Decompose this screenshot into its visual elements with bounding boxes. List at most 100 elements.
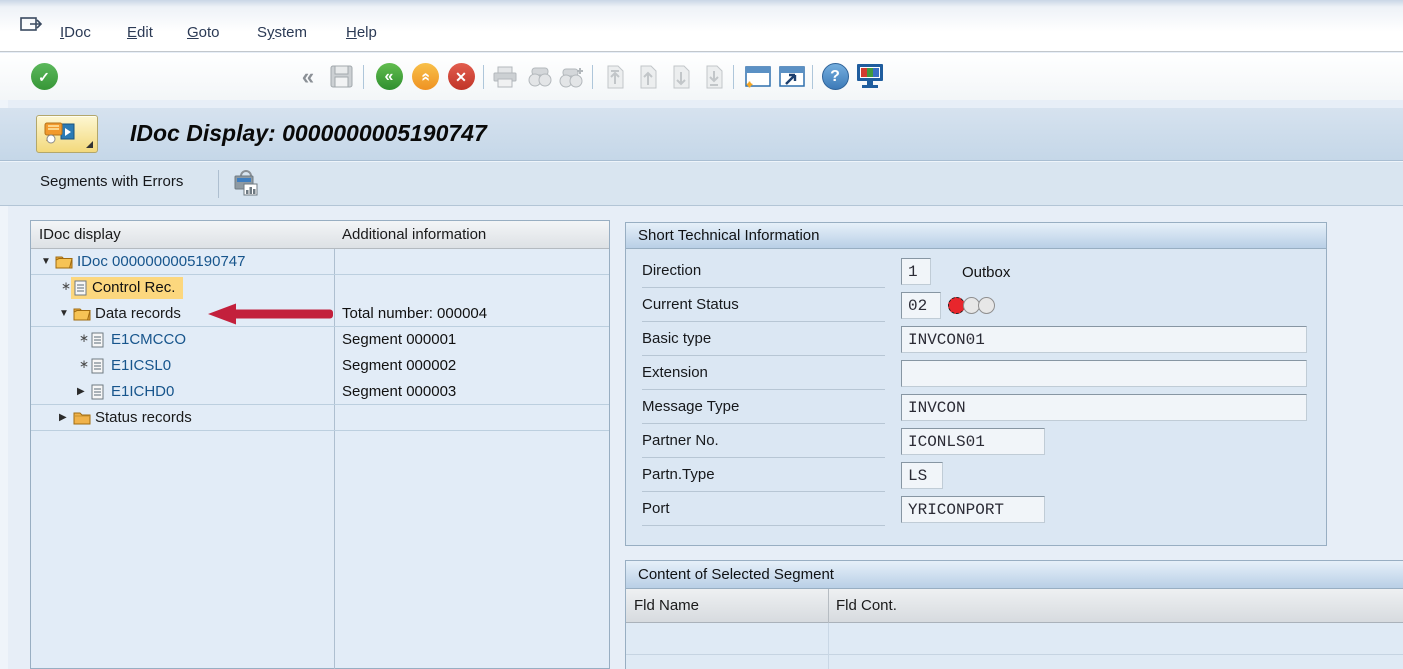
tree-row-e1icsl0[interactable]: ∗ E1ICSL0 Segment 000002 — [31, 353, 609, 379]
basic-type-field[interactable]: INVCON01 — [901, 326, 1307, 353]
expander-open-icon[interactable]: ▼ — [59, 309, 69, 319]
tree-column-idoc-display: IDoc display — [39, 226, 121, 243]
application-toolbar: Segments with Errors — [0, 161, 1403, 206]
segment-table-column-divider — [828, 589, 829, 623]
menu-idoc[interactable]: IDoc — [60, 24, 91, 41]
segment-table-header: Fld Name Fld Cont. — [626, 589, 1403, 623]
field-row-extension: Extension — [642, 357, 1312, 391]
segments-with-errors-button[interactable]: Segments with Errors — [40, 173, 183, 190]
back-button[interactable]: « — [372, 53, 406, 100]
tree-node-label[interactable]: E1CMCCO — [111, 331, 186, 348]
tree-node-label[interactable]: IDoc 0000000005190747 — [77, 253, 246, 270]
current-status-label: Current Status — [642, 296, 885, 322]
find-next-icon — [556, 53, 588, 100]
enter-button[interactable]: ✓ — [26, 53, 62, 100]
tree-node-label[interactable]: E1ICHD0 — [111, 383, 174, 400]
leaf-marker-icon: ∗ — [79, 332, 89, 344]
tree-row-e1cmcco[interactable]: ∗ E1CMCCO Segment 000001 — [31, 327, 609, 353]
tree-node-label[interactable]: Data records — [95, 305, 181, 322]
menu-goto[interactable]: Goto — [187, 24, 220, 41]
direction-field[interactable]: 1 — [901, 258, 931, 285]
find-icon — [524, 53, 556, 100]
tree-node-info: Total number: 000004 — [342, 305, 487, 322]
field-row-direction: Direction 1 Outbox — [642, 255, 1312, 289]
menu-help[interactable]: Help — [346, 24, 377, 41]
field-row-partner-type: Partn.Type LS — [642, 459, 1312, 493]
tree-row-data-records[interactable]: ▼ Data records Total number: 000004 — [31, 301, 609, 327]
field-row-basic-type: Basic type INVCON01 — [642, 323, 1312, 357]
port-label: Port — [642, 500, 885, 526]
exit-button[interactable]: « — [408, 53, 442, 100]
extension-label: Extension — [642, 364, 885, 390]
short-technical-information-panel: Short Technical Information Direction 1 … — [625, 222, 1327, 546]
display-data-icon[interactable] — [232, 170, 260, 198]
leaf-marker-icon: ∗ — [61, 280, 71, 292]
segment-table-empty-row[interactable] — [626, 655, 1403, 669]
segment-content-header: Content of Selected Segment — [626, 561, 1403, 589]
services-for-object-button[interactable] — [36, 115, 98, 153]
title-bar: IDoc Display: 0000000005190747 — [0, 108, 1403, 161]
tree-node-info: Segment 000002 — [342, 357, 456, 374]
services-dropdown-corner-icon[interactable] — [86, 141, 93, 148]
save-icon — [326, 53, 356, 100]
folder-closed-icon — [73, 410, 91, 425]
system-menu-icon[interactable] — [20, 16, 44, 34]
basic-type-label: Basic type — [642, 330, 885, 356]
column-fld-cont: Fld Cont. — [836, 597, 897, 614]
sap-gui-window: IDoc Edit Goto System Help ✓ « « « — [0, 0, 1403, 669]
tree-node-info: Segment 000001 — [342, 331, 456, 348]
partner-type-field[interactable]: LS — [901, 462, 943, 489]
content-of-selected-segment-panel: Content of Selected Segment Fld Name Fld… — [625, 560, 1403, 669]
create-shortcut-icon[interactable] — [774, 53, 808, 100]
menu-edit[interactable]: Edit — [127, 24, 153, 41]
partner-type-label: Partn.Type — [642, 466, 885, 492]
tree-row-e1ichd0[interactable]: ▶ E1ICHD0 Segment 000003 — [31, 379, 609, 405]
field-row-port: Port YRICONPORT — [642, 493, 1312, 527]
tree-node-label[interactable]: Status records — [95, 409, 192, 426]
direction-text: Outbox — [962, 264, 1010, 281]
tree-row-status-records[interactable]: ▶ Status records — [31, 405, 609, 431]
segment-table-empty-row[interactable] — [626, 623, 1403, 655]
segment-table-column-divider — [828, 623, 829, 655]
field-row-current-status: Current Status 02 — [642, 289, 1312, 323]
new-session-icon[interactable] — [740, 53, 774, 100]
tree-node-label[interactable]: Control Rec. — [92, 279, 175, 296]
message-type-field[interactable]: INVCON — [901, 394, 1307, 421]
expander-closed-icon[interactable]: ▶ — [77, 387, 85, 397]
port-field[interactable]: YRICONPORT — [901, 496, 1045, 523]
current-status-field[interactable]: 02 — [901, 292, 941, 319]
selected-node-highlight[interactable]: Control Rec. — [71, 277, 183, 299]
document-icon — [91, 358, 104, 374]
expander-open-icon[interactable]: ▼ — [41, 257, 51, 267]
status-light-off-icon — [978, 297, 995, 314]
tree-row-idoc-root[interactable]: ▼ IDoc 0000000005190747 — [31, 249, 609, 275]
segment-content-title: Content of Selected Segment — [638, 566, 834, 583]
customize-layout-icon[interactable] — [852, 53, 888, 100]
document-icon — [91, 384, 104, 400]
leaf-marker-icon: ∗ — [79, 358, 89, 370]
next-page-icon — [666, 53, 696, 100]
column-fld-name: Fld Name — [634, 597, 699, 614]
tree-header: IDoc display Additional information — [31, 221, 609, 249]
tree-column-additional-info: Additional information — [342, 226, 486, 243]
folder-open-icon — [73, 306, 91, 321]
help-icon[interactable]: ? — [818, 53, 852, 100]
tech-info-header: Short Technical Information — [626, 223, 1326, 249]
extension-field[interactable] — [901, 360, 1307, 387]
direction-label: Direction — [642, 262, 885, 288]
first-page-icon — [600, 53, 630, 100]
standard-toolbar: ✓ « « « ✕ — [0, 53, 1403, 100]
expander-closed-icon[interactable]: ▶ — [59, 413, 67, 423]
folder-open-icon — [55, 254, 73, 269]
cancel-button[interactable]: ✕ — [444, 53, 478, 100]
document-icon — [74, 280, 87, 296]
tree-row-control-rec[interactable]: ∗ Control Rec. — [31, 275, 609, 301]
menu-bar: IDoc Edit Goto System Help — [0, 0, 1403, 52]
menu-system[interactable]: System — [257, 24, 307, 41]
field-row-message-type: Message Type INVCON — [642, 391, 1312, 425]
collapse-toolbar-icon[interactable]: « — [293, 53, 321, 100]
page-title: IDoc Display: 0000000005190747 — [130, 120, 487, 147]
tree-node-label[interactable]: E1ICSL0 — [111, 357, 171, 374]
tech-info-title: Short Technical Information — [638, 227, 820, 244]
partner-no-field[interactable]: ICONLS01 — [901, 428, 1045, 455]
